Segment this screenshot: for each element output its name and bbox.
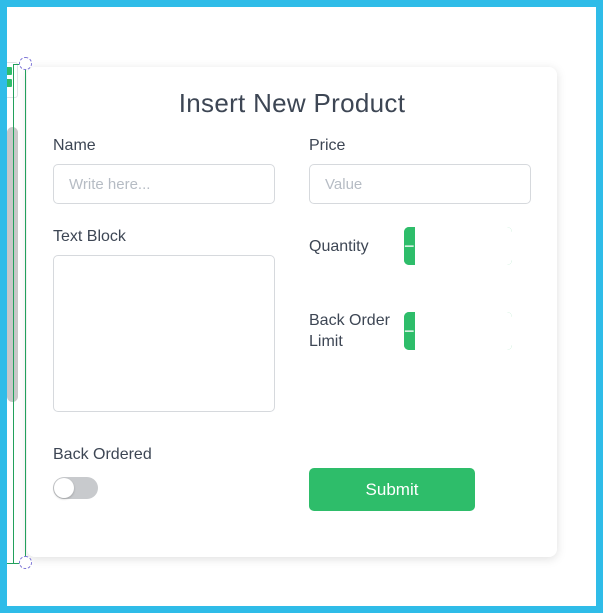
price-label: Price: [309, 137, 346, 154]
back-order-limit-field-row: Back Order Limit − +: [309, 310, 531, 352]
form-footer-left: Back Ordered: [53, 446, 292, 511]
form-footer: Back Ordered Submit: [27, 446, 557, 511]
back-order-limit-label: Back Order Limit: [309, 312, 390, 350]
selection-tool-icon-bottom[interactable]: [4, 79, 12, 87]
price-input[interactable]: [309, 164, 531, 204]
insert-product-card: Insert New Product Name Text Block Price…: [27, 67, 557, 557]
back-order-limit-decrement-button[interactable]: −: [404, 312, 415, 350]
back-order-limit-input[interactable]: [414, 312, 512, 350]
submit-button[interactable]: Submit: [309, 468, 475, 511]
selection-outline-left-outer: [13, 64, 14, 564]
selection-outline-left-inner: [25, 64, 26, 564]
name-label: Name: [53, 137, 96, 154]
back-order-limit-stepper: − +: [404, 312, 512, 350]
selection-tool-icon-top[interactable]: [4, 67, 12, 75]
quantity-label: Quantity: [309, 237, 369, 255]
quantity-stepper: − +: [404, 227, 512, 265]
quantity-field-row: Quantity − +: [309, 227, 531, 265]
form-body: Name Text Block Price Quantity − +: [27, 137, 557, 417]
back-ordered-toggle-knob: [54, 478, 74, 498]
text-block-textarea[interactable]: [53, 255, 275, 412]
selection-handle-top[interactable]: [19, 57, 32, 70]
editor-viewport: Insert New Product Name Text Block Price…: [0, 0, 603, 613]
quantity-input[interactable]: [414, 227, 512, 265]
back-ordered-label: Back Ordered: [53, 446, 152, 463]
quantity-decrement-button[interactable]: −: [404, 227, 415, 265]
page-title: Insert New Product: [178, 88, 406, 118]
text-block-label: Text Block: [53, 228, 126, 245]
form-column-left: Name Text Block: [53, 137, 292, 417]
name-input[interactable]: [53, 164, 275, 204]
form-footer-right: Submit: [292, 446, 531, 511]
selection-handle-bottom[interactable]: [19, 556, 32, 569]
back-ordered-toggle[interactable]: [53, 477, 98, 499]
form-column-right: Price Quantity − + Back Order Limit −: [292, 137, 531, 417]
